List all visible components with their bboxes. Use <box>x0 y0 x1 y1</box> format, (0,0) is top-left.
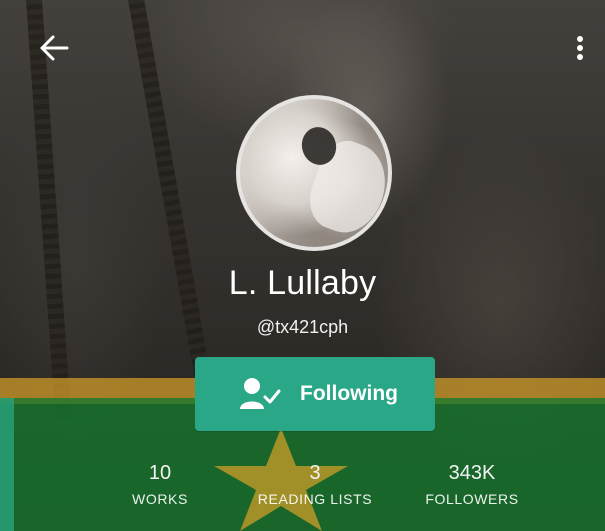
overlay-teal-edge <box>0 398 14 531</box>
more-vertical-icon <box>576 35 584 66</box>
stat-works-value: 10 <box>148 462 172 484</box>
stat-followers-value: 343K <box>448 462 496 484</box>
arrow-left-icon <box>39 35 69 66</box>
overflow-menu-button[interactable] <box>562 30 598 70</box>
stat-reading-lists-value: 3 <box>309 462 321 484</box>
profile-screen: L. Lullaby @tx421cph Following 10 WORKS … <box>0 0 605 531</box>
stat-works[interactable]: 10 WORKS <box>105 462 215 507</box>
stat-followers-label: FOLLOWERS <box>425 491 519 507</box>
following-button[interactable]: Following <box>195 357 435 431</box>
person-check-icon <box>238 374 282 414</box>
stat-reading-lists[interactable]: 3 READING LISTS <box>245 462 385 507</box>
back-button[interactable] <box>34 30 74 70</box>
profile-handle: @tx421cph <box>256 317 349 337</box>
stat-followers[interactable]: 343K FOLLOWERS <box>412 462 532 507</box>
stat-works-label: WORKS <box>132 491 188 507</box>
stat-reading-lists-label: READING LISTS <box>257 491 373 507</box>
profile-name: L. Lullaby <box>228 264 377 302</box>
following-button-label: Following <box>300 382 398 405</box>
avatar[interactable] <box>236 95 392 251</box>
